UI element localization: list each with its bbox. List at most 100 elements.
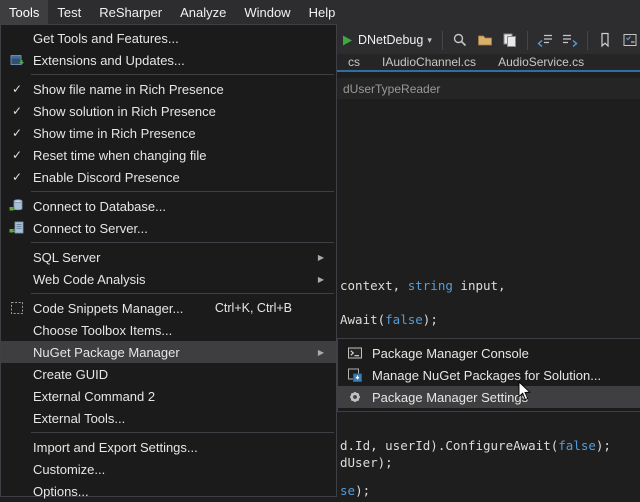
manage-packages-icon (347, 367, 363, 383)
tab-label: IAudioChannel.cs (382, 55, 476, 69)
submenu-arrow-icon: ▶ (312, 348, 330, 357)
menu-item-label: External Command 2 (33, 389, 155, 404)
menu-item-connect-to-server[interactable]: Connect to Server... (1, 217, 336, 239)
menu-item-label: Show time in Rich Presence (33, 126, 196, 141)
menu-bar: Tools Test ReSharper Analyze Window Help (0, 0, 640, 24)
menu-separator (31, 293, 334, 294)
search-icon[interactable] (450, 30, 470, 50)
submenu-item-package-manager-settings[interactable]: Package Manager Settings (338, 386, 640, 408)
menu-item-reset-time-when-changing-file[interactable]: ✓ Reset time when changing file (1, 144, 336, 166)
tab-label: cs (348, 55, 360, 69)
bookmark-icon[interactable] (595, 30, 615, 50)
console-icon (347, 345, 363, 361)
menu-separator (31, 432, 334, 433)
code-text: dUser); (340, 455, 393, 470)
menu-item-code-snippets-manager[interactable]: Code Snippets Manager... Ctrl+K, Ctrl+B (1, 297, 336, 319)
submenu-item-package-manager-console[interactable]: Package Manager Console (338, 342, 640, 364)
checkmark-icon: ✓ (12, 83, 22, 95)
menu-item-external-tools[interactable]: External Tools... (1, 407, 336, 429)
open-folder-icon[interactable] (475, 30, 495, 50)
menu-item-enable-discord-presence[interactable]: ✓ Enable Discord Presence (1, 166, 336, 188)
menu-item-get-tools-and-features[interactable]: Get Tools and Features... (1, 27, 336, 49)
menubar-label: Analyze (180, 5, 226, 20)
play-icon (341, 34, 354, 47)
code-text: ); (423, 312, 438, 327)
menubar-label: Help (309, 5, 336, 20)
code-keyword: se (340, 483, 355, 498)
mouse-cursor-icon (518, 381, 532, 402)
menu-item-label: NuGet Package Manager (33, 345, 180, 360)
start-debug-button[interactable]: DNetDebug ▾ (338, 31, 435, 49)
menu-item-sql-server[interactable]: SQL Server ▶ (1, 246, 336, 268)
menu-item-show-time-in-rich-presence[interactable]: ✓ Show time in Rich Presence (1, 122, 336, 144)
tab-label: AudioService.cs (498, 55, 584, 69)
menubar-item-tools[interactable]: Tools (0, 0, 48, 24)
menu-item-connect-to-database[interactable]: Connect to Database... (1, 195, 336, 217)
submenu-arrow-icon: ▶ (312, 275, 330, 284)
menu-item-label: Customize... (33, 462, 105, 477)
menu-item-external-command-2[interactable]: External Command 2 (1, 385, 336, 407)
menu-item-label: SQL Server (33, 250, 100, 265)
menu-item-label: Enable Discord Presence (33, 170, 180, 185)
code-snippets-icon (9, 300, 25, 316)
menu-item-show-file-name-in-rich-presence[interactable]: ✓ Show file name in Rich Presence (1, 78, 336, 100)
menu-item-label: Reset time when changing file (33, 148, 206, 163)
menu-item-import-and-export-settings[interactable]: Import and Export Settings... (1, 436, 336, 458)
code-text: input, (453, 278, 506, 293)
menu-item-label: Show file name in Rich Presence (33, 82, 224, 97)
connect-database-icon (9, 198, 25, 214)
tab-document-1[interactable]: cs (337, 54, 371, 70)
menu-separator (31, 242, 334, 243)
menubar-item-window[interactable]: Window (235, 0, 299, 24)
tab-iaudiochannel[interactable]: IAudioChannel.cs (371, 54, 487, 70)
menu-item-label: Get Tools and Features... (33, 31, 179, 46)
menu-item-label: Show solution in Rich Presence (33, 104, 216, 119)
task-list-icon[interactable] (620, 30, 640, 50)
menu-item-label: Choose Toolbox Items... (33, 323, 172, 338)
menu-item-choose-toolbox-items[interactable]: Choose Toolbox Items... (1, 319, 336, 341)
menu-item-extensions-and-updates[interactable]: Extensions and Updates... (1, 49, 336, 71)
code-text: context, (340, 278, 408, 293)
menu-item-label: Create GUID (33, 367, 108, 382)
code-line: dUser); (340, 455, 393, 470)
code-line: d.Id, userId).ConfigureAwait(false); (340, 438, 611, 453)
menu-item-options[interactable]: Options... (1, 480, 336, 502)
copy-icon[interactable] (500, 30, 520, 50)
menu-item-customize[interactable]: Customize... (1, 458, 336, 480)
menu-item-create-guid[interactable]: Create GUID (1, 363, 336, 385)
code-keyword: string (408, 278, 453, 293)
code-line: Await(false); (340, 312, 438, 327)
nav-back-list-icon[interactable] (535, 30, 555, 50)
toolbar-separator (527, 31, 528, 50)
menubar-label: Window (244, 5, 290, 20)
menu-item-web-code-analysis[interactable]: Web Code Analysis ▶ (1, 268, 336, 290)
navigation-bar-dropdown[interactable]: dUserTypeReader (337, 78, 640, 99)
code-line: context, string input, (340, 278, 506, 293)
toolbar-separator (442, 31, 443, 50)
submenu-item-label: Package Manager Settings (372, 390, 528, 405)
menubar-item-help[interactable]: Help (300, 0, 345, 24)
debug-target-label: DNetDebug (358, 33, 423, 47)
nav-forward-list-icon[interactable] (560, 30, 580, 50)
code-keyword: false (558, 438, 596, 453)
submenu-item-manage-nuget-packages-for-solution[interactable]: Manage NuGet Packages for Solution... (338, 364, 640, 386)
tools-menu: Get Tools and Features... Extensions and… (0, 24, 337, 497)
checkmark-icon: ✓ (12, 149, 22, 161)
checkmark-icon: ✓ (12, 171, 22, 183)
checkmark-icon: ✓ (12, 127, 22, 139)
menubar-item-analyze[interactable]: Analyze (171, 0, 235, 24)
connect-server-icon (9, 220, 25, 236)
menubar-item-test[interactable]: Test (48, 0, 90, 24)
menu-separator (31, 191, 334, 192)
gear-icon (347, 389, 363, 405)
menu-item-label: Connect to Server... (33, 221, 148, 236)
tab-audioservice[interactable]: AudioService.cs (487, 54, 595, 70)
menu-separator (31, 74, 334, 75)
menu-item-nuget-package-manager[interactable]: NuGet Package Manager ▶ (1, 341, 336, 363)
menu-item-show-solution-in-rich-presence[interactable]: ✓ Show solution in Rich Presence (1, 100, 336, 122)
menu-item-label: Web Code Analysis (33, 272, 146, 287)
menu-item-label: Connect to Database... (33, 199, 166, 214)
code-text: d.Id, userId).ConfigureAwait( (340, 438, 558, 453)
menubar-item-resharper[interactable]: ReSharper (90, 0, 171, 24)
checkmark-icon: ✓ (12, 105, 22, 117)
